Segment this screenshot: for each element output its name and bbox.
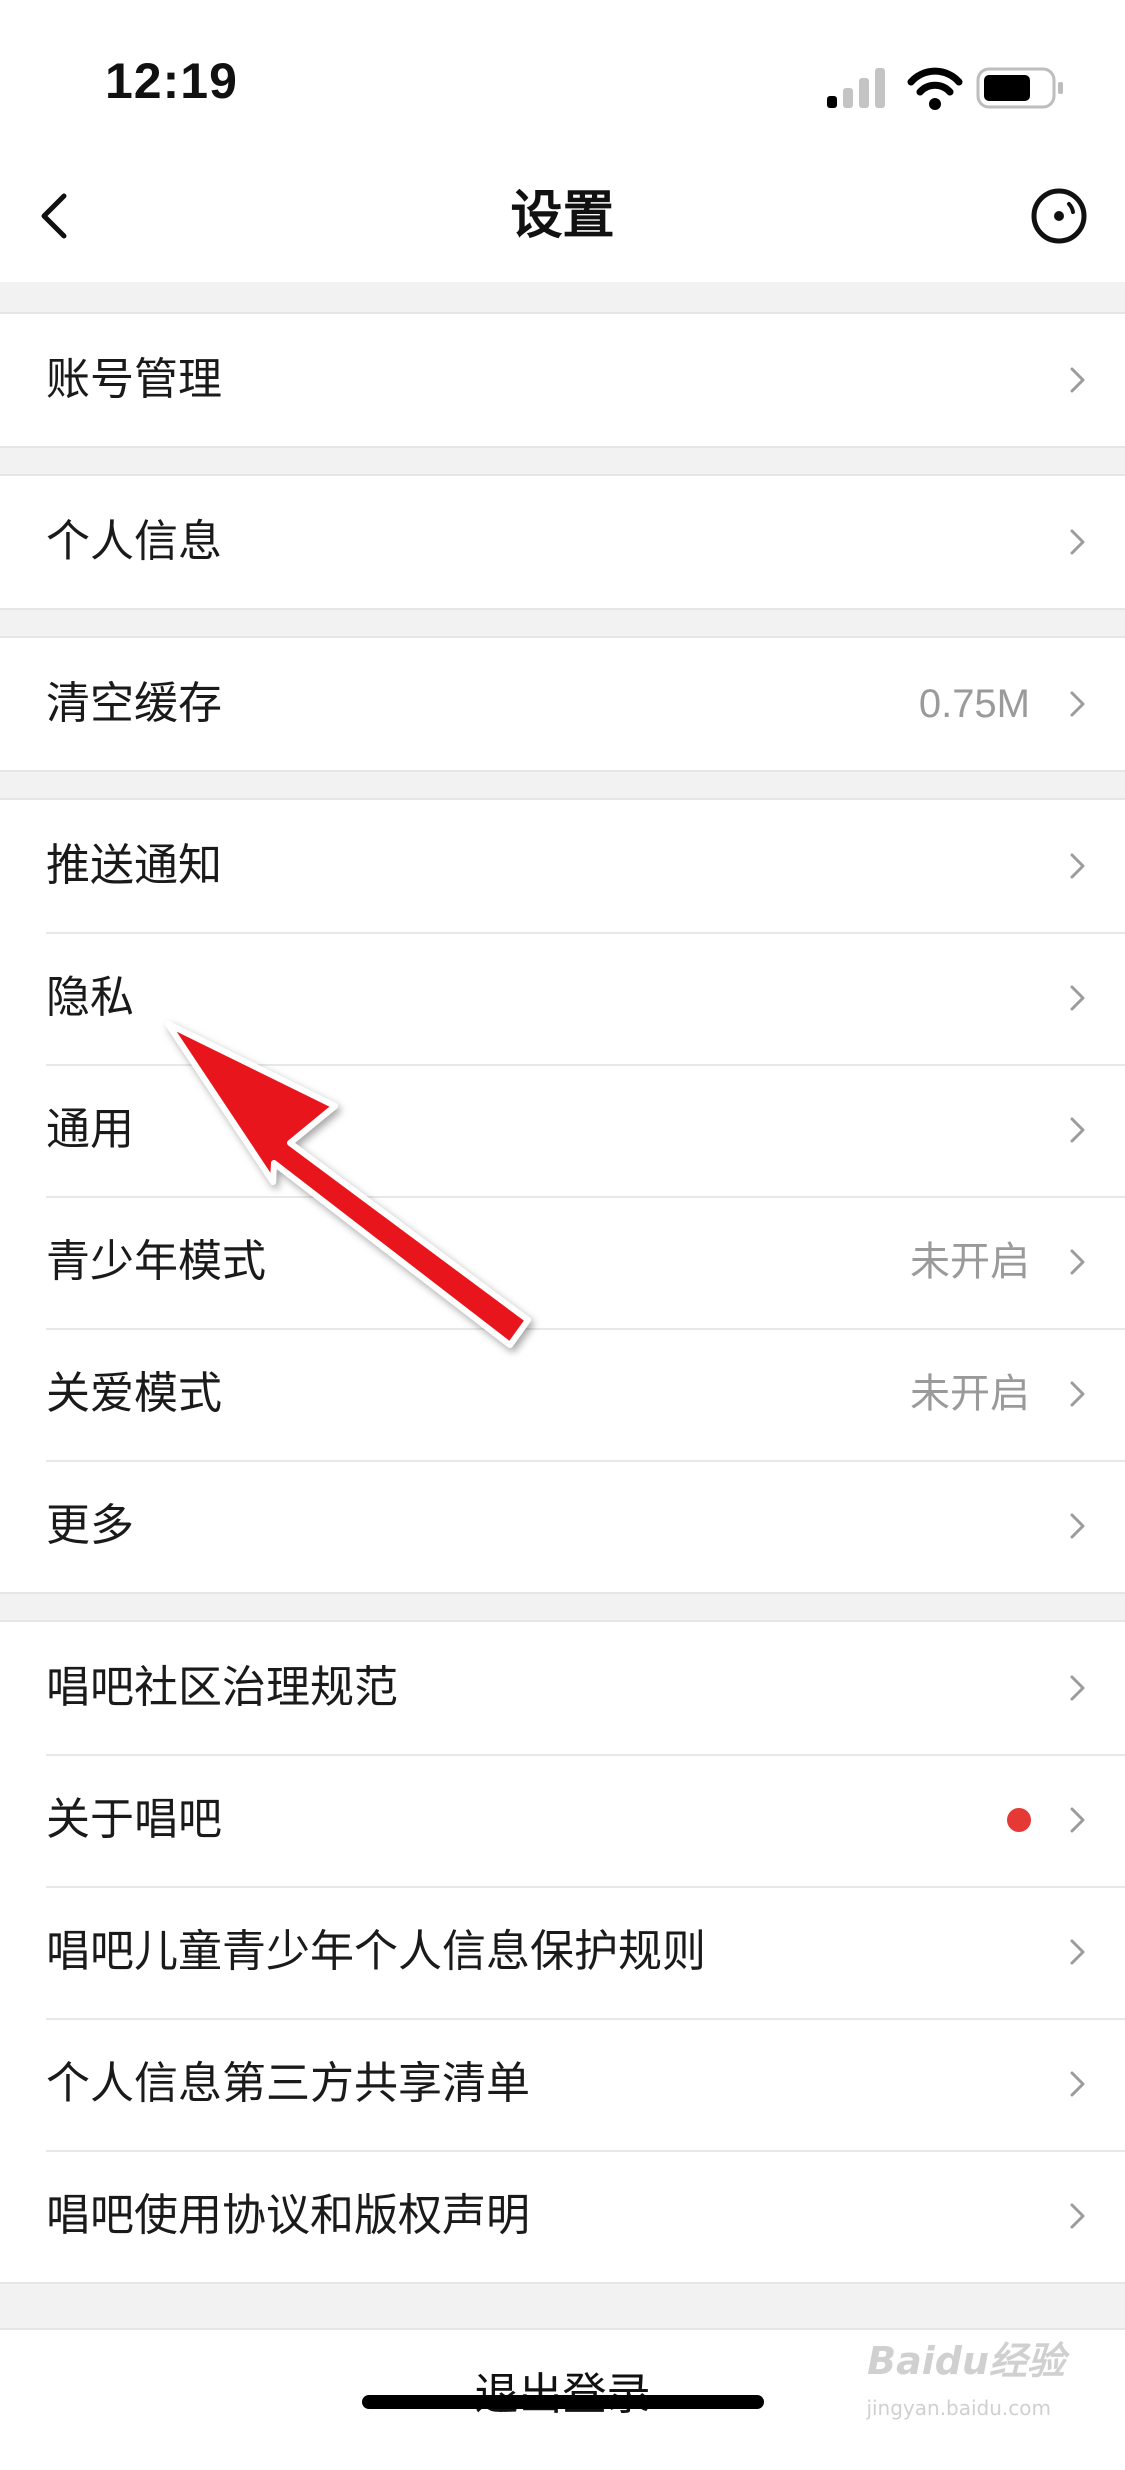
watermark: Baidu经验	[867, 2339, 1065, 2383]
navigation-bar: 设置	[0, 150, 1125, 282]
wifi-icon	[907, 67, 963, 110]
row-label: 隐私	[46, 972, 134, 1023]
settings-group-account: 账号管理	[0, 312, 1125, 448]
settings-row-community-rules[interactable]: 唱吧社区治理规范	[0, 1622, 1125, 1754]
chevron-right-icon	[1070, 691, 1085, 717]
settings-row-care-mode[interactable]: 关爱模式 未开启	[0, 1328, 1125, 1460]
settings-row-general[interactable]: 通用	[0, 1064, 1125, 1196]
chevron-right-icon	[1070, 1117, 1085, 1143]
settings-group-about: 唱吧社区治理规范 关于唱吧 唱吧儿童青少年个人信息保护规则 个人信息第三方共享清…	[0, 1620, 1125, 2284]
row-label: 更多	[46, 1500, 134, 1551]
row-label: 唱吧使用协议和版权声明	[46, 2190, 530, 2241]
record-disc-icon[interactable]	[1029, 186, 1089, 246]
chevron-right-icon	[1070, 1249, 1085, 1275]
chevron-right-icon	[1070, 367, 1085, 393]
row-label: 推送通知	[46, 840, 222, 891]
watermark-url: jingyan.baidu.com	[866, 2396, 1051, 2420]
row-label: 个人信息第三方共享清单	[46, 2058, 530, 2109]
row-label: 唱吧儿童青少年个人信息保护规则	[46, 1926, 706, 1977]
settings-group-general: 推送通知 隐私 通用 青少年模式 未开启 关爱模式 未开启 更多	[0, 798, 1125, 1594]
row-label: 通用	[46, 1104, 134, 1155]
cache-size-value: 0.75M	[918, 682, 1030, 726]
settings-row-account-management[interactable]: 账号管理	[0, 314, 1125, 446]
chevron-right-icon	[1070, 853, 1085, 879]
care-mode-status: 未开启	[910, 1372, 1030, 1416]
new-badge-dot	[1007, 1808, 1031, 1832]
settings-row-third-party-sharing[interactable]: 个人信息第三方共享清单	[0, 2018, 1125, 2150]
chevron-right-icon	[1070, 2203, 1085, 2229]
settings-group-cache: 清空缓存 0.75M	[0, 636, 1125, 772]
cellular-signal-icon	[827, 68, 885, 108]
settings-row-user-agreement[interactable]: 唱吧使用协议和版权声明	[0, 2150, 1125, 2282]
settings-row-personal-info[interactable]: 个人信息	[0, 476, 1125, 608]
chevron-right-icon	[1070, 985, 1085, 1011]
settings-row-privacy[interactable]: 隐私	[0, 932, 1125, 1064]
status-bar: 12:19	[0, 0, 1125, 150]
row-label: 唱吧社区治理规范	[46, 1662, 398, 1713]
row-label: 个人信息	[46, 516, 222, 567]
battery-icon	[976, 67, 1063, 109]
teen-mode-status: 未开启	[910, 1240, 1030, 1284]
settings-group-profile: 个人信息	[0, 474, 1125, 610]
status-icons	[827, 67, 1063, 110]
settings-row-push-notifications[interactable]: 推送通知	[0, 800, 1125, 932]
chevron-right-icon	[1070, 1381, 1085, 1407]
settings-row-clear-cache[interactable]: 清空缓存 0.75M	[0, 638, 1125, 770]
chevron-right-icon	[1070, 1675, 1085, 1701]
settings-row-more[interactable]: 更多	[0, 1460, 1125, 1592]
chevron-right-icon	[1070, 1513, 1085, 1539]
row-label: 关爱模式	[46, 1368, 222, 1419]
settings-row-teen-mode[interactable]: 青少年模式 未开启	[0, 1196, 1125, 1328]
chevron-right-icon	[1070, 2071, 1085, 2097]
chevron-right-icon	[1070, 1807, 1085, 1833]
page-title: 设置	[510, 186, 615, 246]
row-label: 清空缓存	[46, 678, 222, 729]
home-indicator[interactable]	[362, 2395, 764, 2409]
chevron-right-icon	[1070, 529, 1085, 555]
settings-row-about[interactable]: 关于唱吧	[0, 1754, 1125, 1886]
row-label: 关于唱吧	[46, 1794, 222, 1845]
row-label: 青少年模式	[46, 1236, 266, 1287]
chevron-right-icon	[1070, 1939, 1085, 1965]
settings-row-child-privacy-rules[interactable]: 唱吧儿童青少年个人信息保护规则	[0, 1886, 1125, 2018]
row-label: 账号管理	[46, 354, 222, 405]
status-time: 12:19	[105, 53, 238, 109]
